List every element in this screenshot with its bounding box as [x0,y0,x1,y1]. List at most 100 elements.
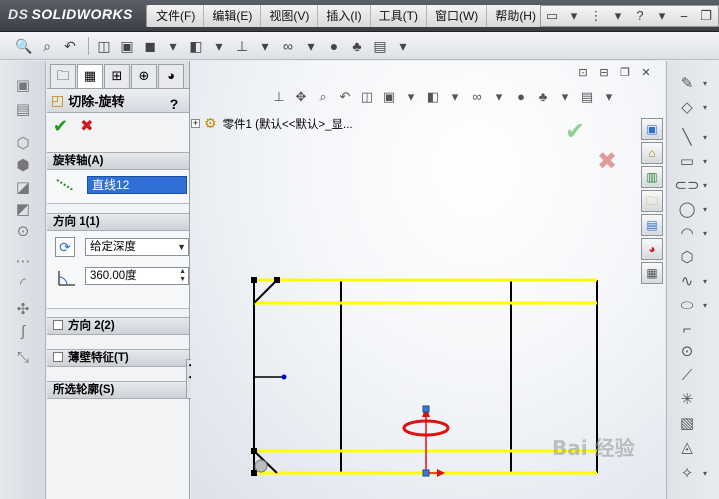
chevron-down-icon[interactable]: ▾ [565,8,583,24]
chevron-down-icon[interactable]: ▾ [703,157,707,166]
chevron-down-icon[interactable]: ▾ [609,8,627,24]
offset-icon[interactable]: ✧ [673,463,701,485]
thin-feature-checkbox[interactable] [53,352,63,362]
sweep-icon[interactable]: ⬡ [8,133,38,155]
configuration-manager-tab[interactable]: ⊞ [104,64,130,88]
sketch-midpoint[interactable] [281,374,287,380]
direction1-header[interactable]: 方向 1(1) [47,213,189,231]
restore-icon[interactable]: ❐ [697,8,715,24]
fillet-icon[interactable]: ◜ [8,273,38,295]
chevron-down-icon[interactable]: ▾ [703,469,707,478]
plane-icon[interactable]: ✳ [673,389,701,411]
chevron-down-icon[interactable]: ▾ [703,301,707,310]
sketch-chamfer-top[interactable] [253,279,278,304]
appearance-sphere-icon[interactable]: ● [324,36,344,56]
fillet-sketch-icon[interactable]: ⌐ [673,319,701,341]
custom-properties-icon[interactable]: ▦ [641,262,663,284]
instant3d-icon[interactable]: ⤡ [8,347,38,369]
hide-show-icon[interactable]: ⊥ [232,36,252,56]
cut-extrude-icon[interactable]: ◩ [8,199,38,221]
reverse-direction-icon[interactable]: ⟳ [55,237,75,257]
minimize-icon[interactable]: ⎯ [675,8,693,24]
revolve-icon[interactable]: ▤ [8,99,38,121]
sketch-point[interactable] [251,277,257,283]
centerline-icon[interactable]: ⟋ [673,365,701,387]
chevron-down-icon[interactable]: ▾ [703,133,707,142]
design-library-icon[interactable]: ▥ [641,166,663,188]
feature-manager-tab[interactable]: 🗀 [50,64,76,88]
chevron-down-icon[interactable]: ▾ [163,36,183,56]
display-style-icon[interactable]: ◼ [140,36,160,56]
display-monitor-icon[interactable]: ▤ [370,36,390,56]
angle-input[interactable]: 360.00度 ▲ ▼ [85,267,189,285]
rectangle-icon[interactable]: ▭ [673,151,701,173]
smart-dimension-icon[interactable]: ◇ [673,97,701,119]
chevron-down-icon[interactable]: ▾ [653,8,671,24]
circle-icon[interactable]: ◯ [673,199,701,221]
menu-insert[interactable]: 插入(I) [318,5,371,27]
direction2-checkbox[interactable] [53,320,63,330]
zoom-to-area-icon[interactable]: ⌕ [37,36,57,56]
display-manager-tab[interactable]: ◕ [158,64,184,88]
chevron-down-icon[interactable]: ▾ [703,277,707,286]
chevron-down-icon[interactable]: ▾ [703,103,707,112]
loft-icon[interactable]: ⬢ [8,155,38,177]
extrude-icon[interactable]: ▣ [8,75,38,97]
view-palette-icon[interactable]: ▤ [641,214,663,236]
dimxpert-manager-tab[interactable]: ⊕ [131,64,157,88]
new-document-icon[interactable]: ▭ [543,8,561,24]
chevron-down-icon[interactable]: ▾ [209,36,229,56]
sketch-point[interactable] [251,470,257,476]
chevron-down-icon[interactable]: ▾ [703,79,707,88]
drag-handle-top[interactable] [422,405,430,413]
spinner-icon[interactable]: ▲ ▼ [179,268,186,284]
glasses-icon[interactable]: ∞ [278,36,298,56]
solidworks-resources-icon[interactable]: ▣ [641,118,663,140]
curves-icon[interactable]: ∫ [8,321,38,343]
home-icon[interactable]: ⌂ [641,142,663,164]
boundary-icon[interactable]: ◪ [8,177,38,199]
zoom-to-fit-icon[interactable]: 🔍 [14,36,34,56]
chevron-down-icon[interactable]: ▾ [255,36,275,56]
chevron-down-icon[interactable]: ▾ [301,36,321,56]
thin-feature-header[interactable]: 薄壁特征(T) [47,349,189,367]
trim-icon[interactable]: ◬ [673,437,701,459]
menu-window[interactable]: 窗口(W) [426,5,488,27]
appearances-icon[interactable]: ◕ [641,238,663,260]
menu-help[interactable]: 帮助(H) [487,5,545,27]
chevron-down-icon[interactable]: ▾ [393,36,413,56]
axis-selection-box[interactable]: 直线12 [87,176,187,194]
text-icon[interactable]: ▧ [673,413,701,435]
menu-file[interactable]: 文件(F) [148,5,205,27]
line-icon[interactable]: ╲ [673,127,701,149]
help-button[interactable]: ? [165,95,183,113]
scene-icon[interactable]: ♣ [347,36,367,56]
end-condition-select[interactable]: 给定深度 ▼ [85,238,189,256]
chevron-down-icon[interactable]: ▾ [703,205,707,214]
drag-handle-origin[interactable] [422,469,430,477]
axis-group-header[interactable]: 旋转轴(A) [47,152,189,170]
direction2-header[interactable]: 方向 2(2) [47,317,189,335]
traffic-light-icon[interactable]: ⋮ [587,8,605,24]
chevron-down-icon[interactable]: ▾ [703,181,707,190]
menu-view[interactable]: 视图(V) [261,5,319,27]
sketch-point[interactable] [251,448,257,454]
property-manager-tab[interactable]: ▦ [77,64,103,88]
menu-edit[interactable]: 编辑(E) [204,5,262,27]
arc-icon[interactable]: ◠ [673,223,701,245]
cancel-button[interactable]: ✖ [80,116,93,136]
previous-view-icon[interactable]: ↶ [60,36,80,56]
polygon-icon[interactable]: ⬡ [673,247,701,269]
menu-tools[interactable]: 工具(T) [370,5,427,27]
spline-icon[interactable]: ∿ [673,271,701,293]
pattern-icon[interactable]: ⋯ [8,251,38,273]
sketch-point[interactable] [274,277,280,283]
hole-wizard-icon[interactable]: ⊙ [8,221,38,243]
reference-geometry-icon[interactable]: ✣ [8,299,38,321]
ok-button[interactable]: ✔ [53,116,68,137]
selected-contours-header[interactable]: 所选轮廓(S) [47,381,189,399]
section-view-icon[interactable]: ◫ [94,36,114,56]
point-icon[interactable]: ⊙ [673,341,701,363]
slot-icon[interactable]: ⊂⊃ [673,175,701,197]
file-explorer-icon[interactable]: 🗀 [641,190,663,212]
